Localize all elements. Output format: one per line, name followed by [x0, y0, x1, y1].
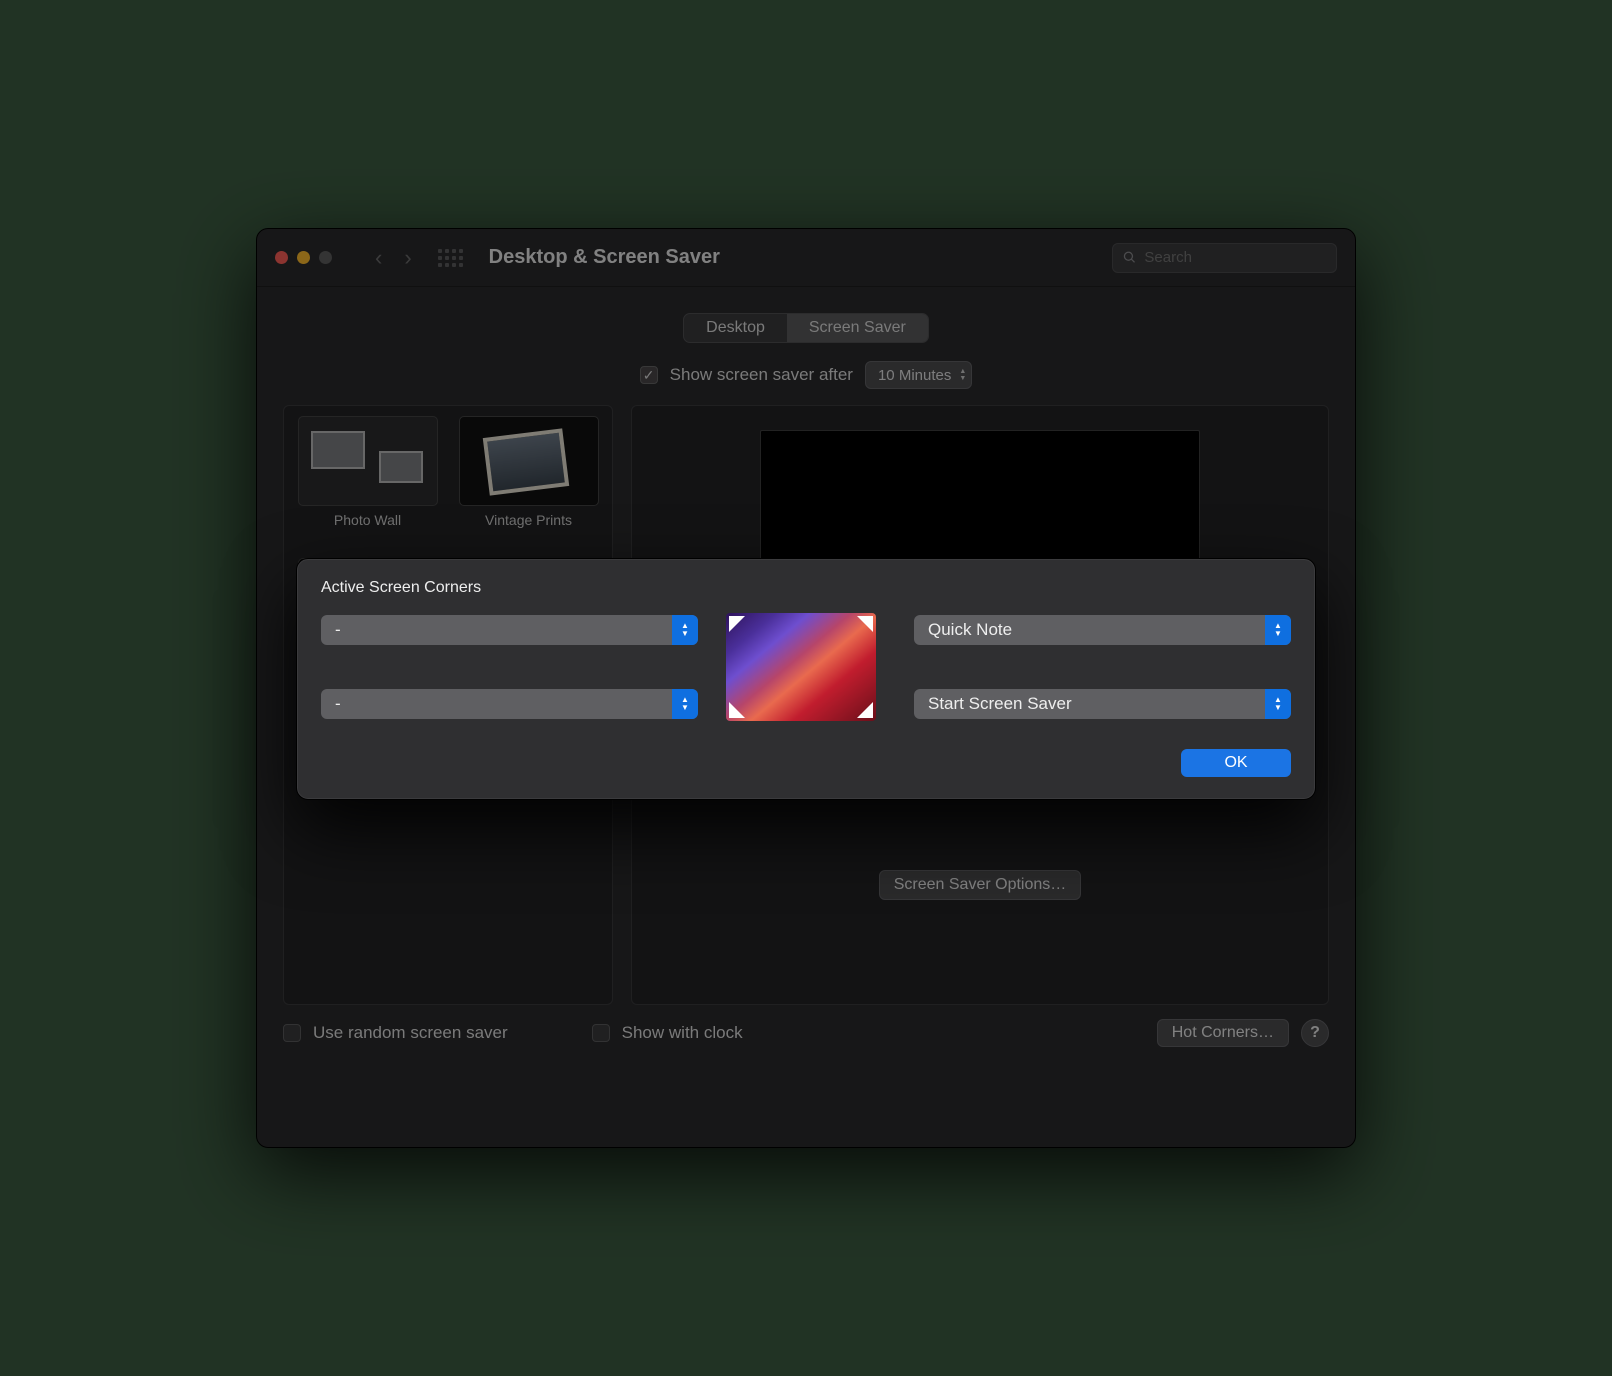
tab-screen-saver[interactable]: Screen Saver	[787, 314, 928, 342]
corner-indicator-icon	[729, 616, 745, 632]
show-after-row: ✓ Show screen saver after 10 Minutes ▲▼	[283, 361, 1329, 389]
show-clock-label: Show with clock	[622, 1023, 743, 1043]
window-traffic-lights	[275, 251, 357, 264]
corner-indicator-icon	[729, 702, 745, 718]
show-clock-checkbox[interactable]	[592, 1024, 610, 1042]
show-all-icon[interactable]	[438, 249, 463, 267]
show-after-checkbox[interactable]: ✓	[640, 366, 658, 384]
show-after-value: 10 Minutes	[878, 367, 951, 384]
tab-segmented-control: Desktop Screen Saver	[283, 313, 1329, 343]
corner-bottom-right-select[interactable]: Start Screen Saver ▲▼	[914, 689, 1291, 719]
corners-monitor-preview	[726, 613, 876, 721]
thumbnail-photo-wall	[298, 416, 438, 506]
back-button[interactable]: ‹	[375, 245, 382, 271]
updown-icon: ▲▼	[959, 369, 966, 382]
caption: Vintage Prints	[455, 512, 602, 528]
corner-top-right-select[interactable]: Quick Note ▲▼	[914, 615, 1291, 645]
updown-icon: ▲▼	[672, 615, 698, 645]
screen-saver-options-button[interactable]: Screen Saver Options…	[879, 870, 1082, 900]
nav-buttons: ‹ ›	[375, 245, 412, 271]
caption: Photo Wall	[294, 512, 441, 528]
window-title: Desktop & Screen Saver	[489, 246, 720, 269]
window-titlebar: ‹ › Desktop & Screen Saver	[257, 229, 1355, 287]
ok-button[interactable]: OK	[1181, 749, 1291, 777]
hot-corners-sheet: Active Screen Corners - ▲▼ Quick Note ▲▼…	[296, 558, 1316, 800]
search-input[interactable]	[1144, 249, 1326, 266]
tab-desktop[interactable]: Desktop	[684, 314, 787, 342]
search-field[interactable]	[1112, 243, 1337, 273]
minimize-window-button[interactable]	[297, 251, 310, 264]
close-window-button[interactable]	[275, 251, 288, 264]
show-after-label: Show screen saver after	[670, 365, 853, 385]
corner-bottom-left-select[interactable]: - ▲▼	[321, 689, 698, 719]
corner-indicator-icon	[857, 702, 873, 718]
list-item[interactable]: Vintage Prints	[455, 416, 602, 528]
corner-bottom-left-value: -	[335, 694, 341, 714]
corner-indicator-icon	[857, 616, 873, 632]
zoom-window-button[interactable]	[319, 251, 332, 264]
corner-top-left-select[interactable]: - ▲▼	[321, 615, 698, 645]
show-after-popup[interactable]: 10 Minutes ▲▼	[865, 361, 972, 389]
list-item[interactable]: Photo Wall	[294, 416, 441, 528]
help-button[interactable]: ?	[1301, 1019, 1329, 1047]
corner-top-left-value: -	[335, 620, 341, 640]
random-label: Use random screen saver	[313, 1023, 508, 1043]
footer-row: Use random screen saver Show with clock …	[283, 1005, 1329, 1047]
thumbnail-vintage-prints	[459, 416, 599, 506]
hot-corners-button[interactable]: Hot Corners…	[1157, 1019, 1289, 1047]
updown-icon: ▲▼	[1265, 689, 1291, 719]
random-checkbox[interactable]	[283, 1024, 301, 1042]
forward-button[interactable]: ›	[404, 245, 411, 271]
corner-bottom-right-value: Start Screen Saver	[928, 694, 1072, 714]
sheet-title: Active Screen Corners	[321, 579, 1291, 597]
updown-icon: ▲▼	[672, 689, 698, 719]
search-icon	[1123, 250, 1136, 265]
updown-icon: ▲▼	[1265, 615, 1291, 645]
corner-top-right-value: Quick Note	[928, 620, 1012, 640]
